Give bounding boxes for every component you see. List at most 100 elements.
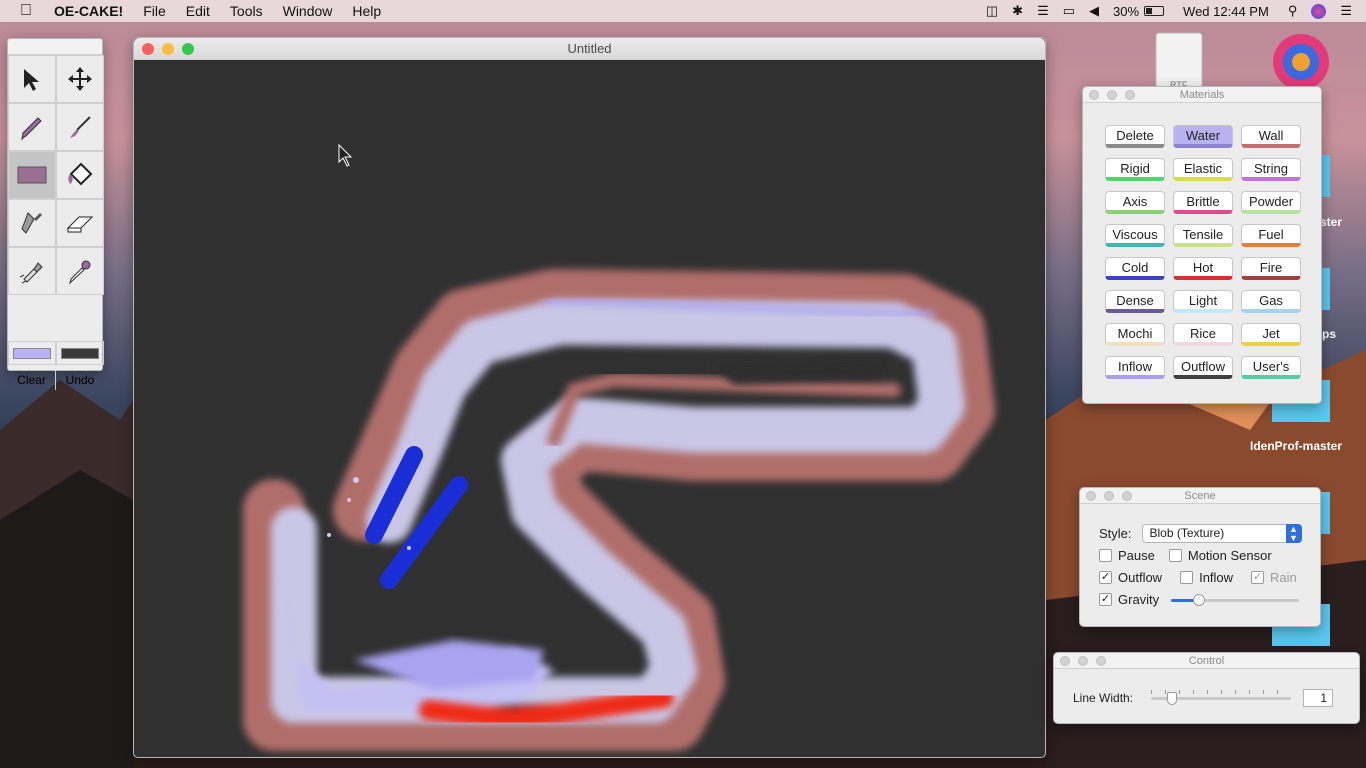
zoom-button[interactable] [1096, 656, 1106, 666]
minimize-button[interactable] [1107, 90, 1117, 100]
tool-palette: Clear Undo [7, 38, 104, 390]
material-jet-button[interactable]: Jet [1241, 323, 1301, 346]
close-button[interactable] [1086, 491, 1096, 501]
box-icon[interactable]: ◫ [986, 3, 998, 19]
pause-checkbox[interactable] [1099, 549, 1112, 562]
menu-file[interactable]: File [133, 3, 176, 19]
inflow-checkbox[interactable] [1180, 571, 1194, 584]
rain-checkbox[interactable]: ✓ [1251, 571, 1265, 584]
close-button[interactable] [1060, 656, 1070, 666]
material-water-button[interactable]: Water [1173, 125, 1233, 148]
material-dense-button[interactable]: Dense [1105, 290, 1165, 313]
knife-icon[interactable] [8, 199, 56, 247]
material-mochi-button[interactable]: Mochi [1105, 323, 1165, 346]
pencil-icon[interactable] [8, 103, 56, 151]
desktop-icon-label[interactable]: ster [1320, 215, 1342, 229]
window-title: Untitled [567, 41, 612, 56]
outflow-label: Outflow [1118, 570, 1163, 585]
apple-icon[interactable]:  [0, 2, 44, 20]
material-light-button[interactable]: Light [1173, 290, 1233, 313]
material-users-button[interactable]: User's [1241, 356, 1301, 379]
menu-window[interactable]: Window [273, 3, 343, 19]
siri-icon[interactable] [1311, 3, 1327, 19]
menu-edit[interactable]: Edit [176, 3, 220, 19]
material-string-button[interactable]: String [1241, 158, 1301, 181]
secondary-color-fill [61, 347, 99, 359]
gravity-slider[interactable] [1171, 593, 1300, 607]
material-rigid-button[interactable]: Rigid [1105, 158, 1165, 181]
select-arrow-icon[interactable] [8, 55, 56, 103]
battery-icon[interactable] [1144, 6, 1165, 16]
simulation-canvas[interactable] [134, 60, 1046, 758]
droplet [327, 533, 331, 537]
airplay-icon[interactable]: ▭ [1063, 3, 1075, 19]
motion-sensor-checkbox[interactable] [1168, 549, 1182, 562]
line-width-slider-thumb[interactable] [1167, 692, 1178, 705]
flashlight-icon[interactable] [8, 247, 56, 295]
dropper-icon[interactable] [56, 247, 104, 295]
bluetooth-icon[interactable]: ✱ [1012, 3, 1023, 19]
tool-palette-titlebar[interactable] [8, 39, 102, 55]
material-delete-button[interactable]: Delete [1105, 125, 1165, 148]
desktop-icon-label[interactable]: IdenProf-master [1250, 439, 1342, 453]
undo-button[interactable]: Undo [56, 370, 104, 390]
outflow-checkbox[interactable]: ✓ [1099, 571, 1112, 584]
menu-help[interactable]: Help [342, 3, 391, 19]
brush-icon[interactable] [56, 103, 104, 151]
minimize-button[interactable] [1078, 656, 1088, 666]
close-button[interactable] [142, 43, 154, 55]
zoom-button[interactable] [182, 43, 194, 55]
gravity-checkbox[interactable]: ✓ [1099, 593, 1112, 606]
material-wall-button[interactable]: Wall [1241, 125, 1301, 148]
material-axis-button[interactable]: Axis [1105, 191, 1165, 214]
material-viscous-button[interactable]: Viscous [1105, 224, 1165, 247]
mouse-cursor-icon [338, 143, 353, 167]
fill-bucket-icon[interactable] [56, 151, 104, 199]
material-cold-button[interactable]: Cold [1105, 257, 1165, 280]
eraser-icon[interactable] [56, 199, 104, 247]
material-outflow-button[interactable]: Outflow [1173, 356, 1233, 379]
menu-tools[interactable]: Tools [220, 3, 273, 19]
materials-titlebar[interactable]: Materials [1083, 87, 1321, 103]
line-width-field[interactable]: 1 [1303, 689, 1334, 707]
notification-center-icon[interactable]: ☰ [1340, 3, 1352, 19]
material-rice-button[interactable]: Rice [1173, 323, 1233, 346]
material-gas-button[interactable]: Gas [1241, 290, 1301, 313]
search-icon[interactable]: ⚲ [1288, 3, 1298, 19]
material-hot-button[interactable]: Hot [1173, 257, 1233, 280]
panel-title: Materials [1179, 89, 1225, 101]
app-menu[interactable]: OE-CAKE! [44, 3, 133, 19]
minimize-button[interactable] [162, 43, 174, 55]
clock[interactable]: Wed 12:44 PM [1183, 4, 1269, 19]
material-fire-button[interactable]: Fire [1241, 257, 1301, 280]
minimize-button[interactable] [1104, 491, 1114, 501]
clear-button[interactable]: Clear [8, 370, 56, 390]
material-fuel-button[interactable]: Fuel [1241, 224, 1301, 247]
gravity-slider-thumb[interactable] [1193, 593, 1206, 606]
primary-color-fill [13, 347, 51, 359]
wifi-icon[interactable]: ☰ [1037, 3, 1049, 19]
secondary-color-swatch[interactable] [56, 341, 104, 365]
style-select[interactable]: Blob (Texture) ▲ ▼ [1141, 524, 1302, 543]
zoom-button[interactable] [1125, 90, 1135, 100]
material-brittle-button[interactable]: Brittle [1173, 191, 1233, 214]
material-inflow-button[interactable]: Inflow [1105, 356, 1165, 379]
move-icon[interactable] [56, 55, 104, 103]
scene-titlebar[interactable]: Scene [1080, 488, 1320, 504]
main-window-titlebar[interactable]: Untitled [134, 38, 1045, 60]
zoom-button[interactable] [1122, 491, 1132, 501]
material-powder-button[interactable]: Powder [1241, 191, 1301, 214]
line-width-label: Line Width: [1073, 691, 1134, 705]
rectangle-icon[interactable] [8, 151, 56, 199]
materials-panel: Materials Delete Water Wall Rigid Elastic Str… [1082, 86, 1322, 404]
line-width-slider[interactable] [1151, 690, 1292, 706]
desktop-icon-label[interactable]: ps [1322, 327, 1336, 341]
volume-icon[interactable]: ◀ [1089, 3, 1099, 19]
battery-percent[interactable]: 30% [1113, 4, 1139, 19]
material-tensile-button[interactable]: Tensile [1173, 224, 1233, 247]
close-button[interactable] [1089, 90, 1099, 100]
material-elastic-button[interactable]: Elastic [1173, 158, 1233, 181]
primary-color-swatch[interactable] [8, 341, 56, 365]
motion-sensor-label: Motion Sensor [1187, 548, 1272, 563]
control-titlebar[interactable]: Control [1054, 653, 1359, 669]
